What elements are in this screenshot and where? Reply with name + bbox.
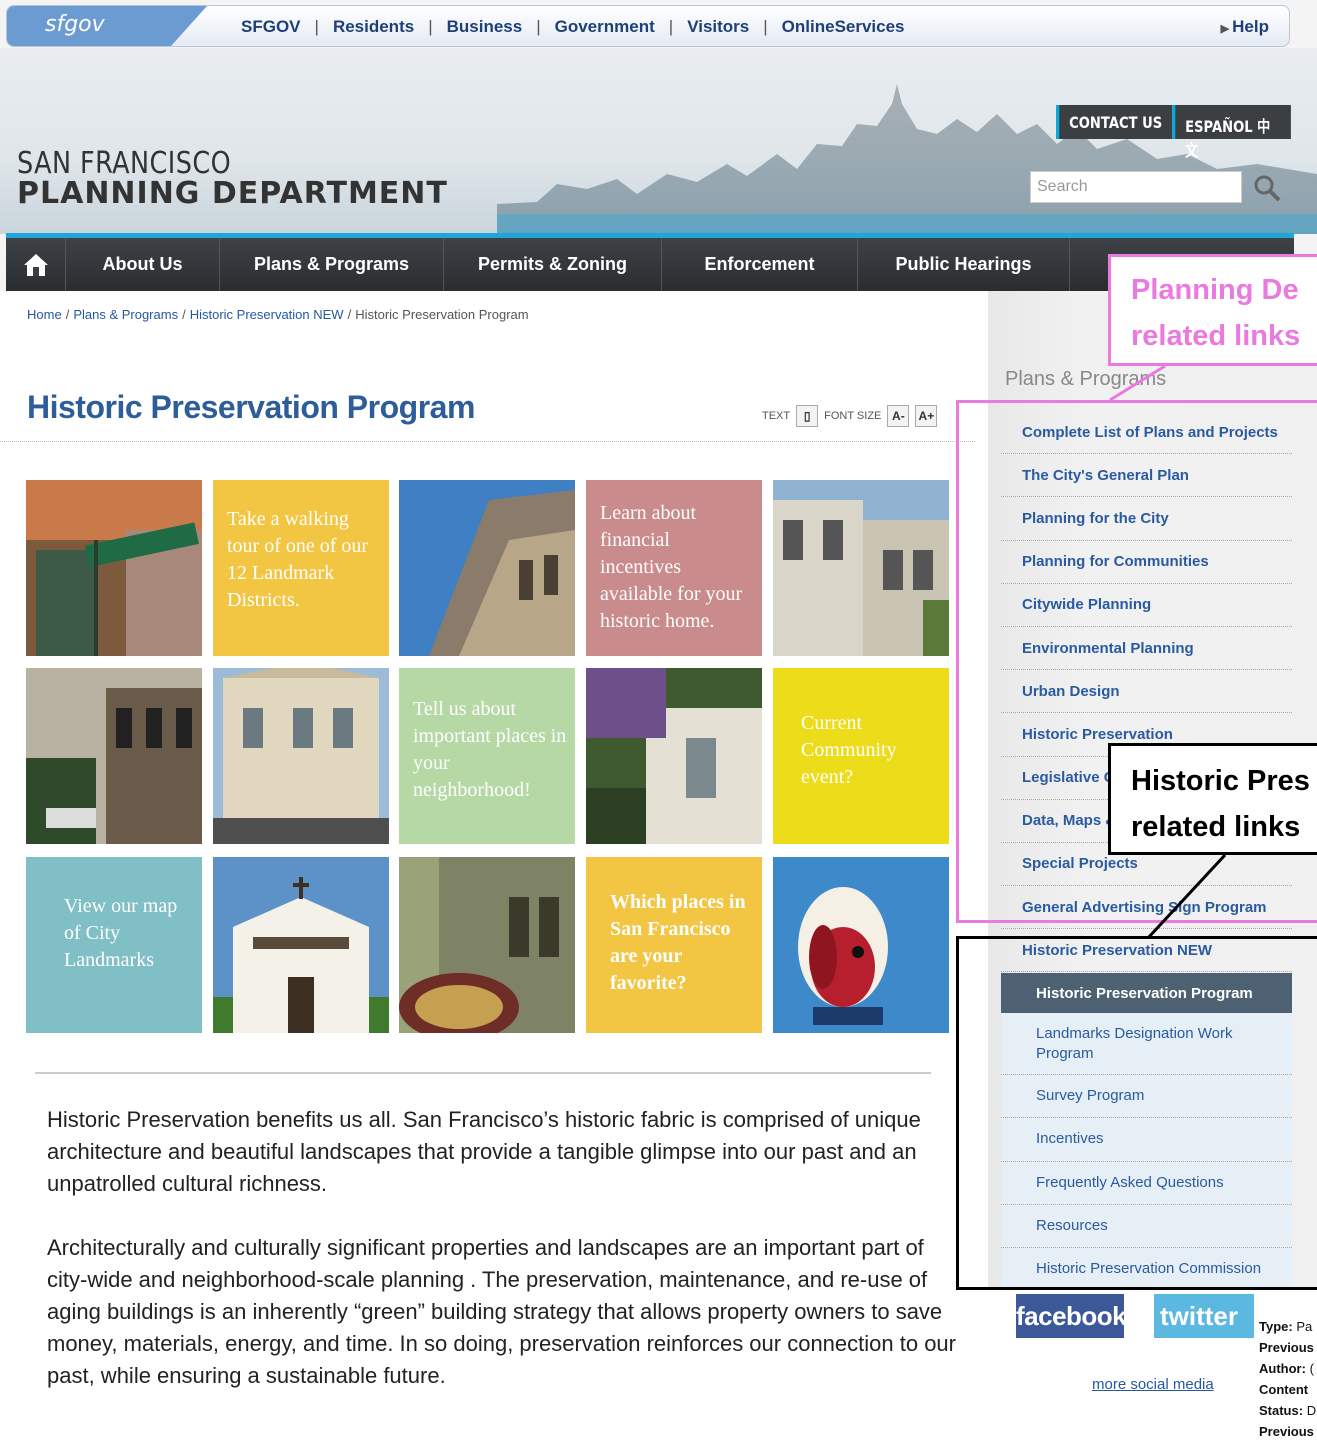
main-nav: About Us Plans & Programs Permits & Zoni… (6, 233, 1294, 291)
tile-community-event[interactable]: Current Community event? (773, 668, 949, 844)
body-text: Historic Preservation benefits us all. S… (47, 1104, 957, 1424)
page-title: Historic Preservation Program (27, 389, 475, 425)
photo-tile-victorian[interactable] (399, 480, 575, 656)
photo-tile-mission-dolores[interactable] (213, 857, 389, 1033)
triangle-right-icon: ▶ (1220, 23, 1233, 35)
tile-walking-tour[interactable]: Take a walking tour of one of our 12 Lan… (213, 480, 389, 656)
help-label: Help (1232, 17, 1269, 36)
twitter-button[interactable]: twitter (1154, 1294, 1254, 1338)
annotation-box-black (956, 936, 1317, 1290)
tile-favorite-places[interactable]: Which places in San Francisco are your f… (586, 857, 762, 1033)
breadcrumb-hp-new[interactable]: Historic Preservation NEW (190, 307, 344, 322)
paragraph-2: Architecturally and culturally significa… (47, 1235, 956, 1388)
meta-row: Previous (1259, 1424, 1314, 1439)
sfgov-link-business[interactable]: Business (433, 17, 537, 37)
font-size-label: FONT SIZE (824, 410, 882, 422)
sfgov-link-government[interactable]: Government (541, 17, 669, 37)
header-banner: SAN FRANCISCO PLANNING DEPARTMENT CONTAC… (0, 48, 1317, 234)
sfgov-link-sfgov[interactable]: SFGOV (227, 17, 315, 37)
sfgov-bar: sfgov SFGOV | Residents | Business | Govern… (6, 5, 1290, 47)
meta-row: Type: Pa (1259, 1319, 1313, 1334)
tile-favorite-places-text: Which places in San Francisco are your f… (610, 891, 746, 994)
photo-tile-doggie-diner[interactable] (773, 857, 949, 1033)
search-icon[interactable] (1252, 173, 1282, 203)
divider (35, 1072, 931, 1074)
meta-row: Content (1259, 1382, 1309, 1397)
nav-permits-zoning[interactable]: Permits & Zoning (444, 238, 662, 291)
tile-tell-us[interactable]: Tell us about important places in your n… (399, 668, 575, 844)
callout-historic-text: Historic Pres related links (1131, 765, 1310, 843)
tile-walking-tour-text: Take a walking tour of one of our 12 Lan… (227, 508, 369, 611)
help-link[interactable]: ▶ Help (1221, 17, 1269, 37)
sfgov-link-visitors[interactable]: Visitors (673, 17, 763, 37)
sfgov-logo-text: sfgov (45, 12, 105, 37)
photo-tile-twin-peaks[interactable] (26, 480, 202, 656)
photo-tile-opera-house[interactable] (399, 857, 575, 1033)
home-icon (23, 253, 48, 276)
home-button[interactable] (6, 238, 66, 291)
tile-landmarks-map[interactable]: View our map of City Landmarks (26, 857, 202, 1033)
sfgov-link-onlineservices[interactable]: OnlineServices (768, 17, 919, 37)
meta-row: Author: ( (1259, 1361, 1314, 1376)
language-button[interactable]: ESPAÑOL 中文 (1172, 105, 1291, 160)
divider (0, 441, 975, 442)
tile-tell-us-text: Tell us about important places in your n… (413, 698, 567, 801)
paragraph-1: Historic Preservation benefits us all. S… (47, 1107, 921, 1196)
breadcrumb-current: Historic Preservation Program (355, 307, 529, 322)
more-social-media-link[interactable]: more social media (1092, 1376, 1214, 1393)
photo-tile-italianate[interactable] (26, 668, 202, 844)
tile-financial-incentives[interactable]: Learn about financial incentives availab… (586, 480, 762, 656)
page-metadata: Type: Pa Previous Author: ( Content Stat… (1259, 1316, 1317, 1440)
facebook-button[interactable]: facebook (1016, 1294, 1127, 1338)
nav-public-hearings[interactable]: Public Hearings (858, 238, 1070, 291)
meta-row: Previous (1259, 1340, 1314, 1355)
text-only-icon[interactable]: ▯ (796, 405, 819, 427)
contact-us-button[interactable]: CONTACT US (1056, 105, 1173, 139)
search-input[interactable]: Search (1030, 171, 1242, 203)
font-increase-button[interactable]: A+ (915, 405, 938, 427)
tile-community-event-text: Current Community event? (801, 712, 897, 788)
nav-plans-programs[interactable]: Plans & Programs (220, 238, 444, 291)
social-area: facebook twitter more social media Type:… (988, 1290, 1317, 1440)
meta-row: Status: D (1259, 1403, 1317, 1418)
annotation-callout-planning: Planning De related links (1108, 254, 1317, 366)
main-content: Home / Plans & Programs / Historic Preserv… (0, 291, 988, 1440)
tile-grid: Take a walking tour of one of our 12 Lan… (26, 480, 950, 1033)
sfgov-links: SFGOV | Residents | Business | Government | … (227, 17, 919, 37)
breadcrumb-plans[interactable]: Plans & Programs (73, 307, 178, 322)
photo-tile-row-houses[interactable] (773, 480, 949, 656)
annotation-callout-historic: Historic Pres related links (1108, 743, 1317, 855)
font-decrease-button[interactable]: A- (887, 405, 910, 427)
dept-name-line2: PLANNING DEPARTMENT (17, 176, 448, 211)
sidebar-heading: Plans & Programs (1005, 368, 1167, 390)
sfgov-logo[interactable]: sfgov (7, 6, 207, 46)
tile-landmarks-map-text: View our map of City Landmarks (64, 895, 178, 971)
tile-financial-text: Learn about financial incentives availab… (600, 502, 743, 632)
font-size-controls: TEXT ▯ FONT SIZE A- A+ (762, 405, 943, 427)
text-label: TEXT (762, 410, 791, 422)
photo-tile-garden-house[interactable] (586, 668, 762, 844)
sfgov-link-residents[interactable]: Residents (319, 17, 428, 37)
nav-enforcement[interactable]: Enforcement (662, 238, 858, 291)
breadcrumb-home[interactable]: Home (27, 307, 62, 322)
breadcrumb: Home / Plans & Programs / Historic Preserv… (27, 307, 529, 322)
photo-tile-queen-anne[interactable] (213, 668, 389, 844)
callout-planning-text: Planning De related links (1131, 274, 1301, 352)
nav-about-us[interactable]: About Us (66, 238, 220, 291)
